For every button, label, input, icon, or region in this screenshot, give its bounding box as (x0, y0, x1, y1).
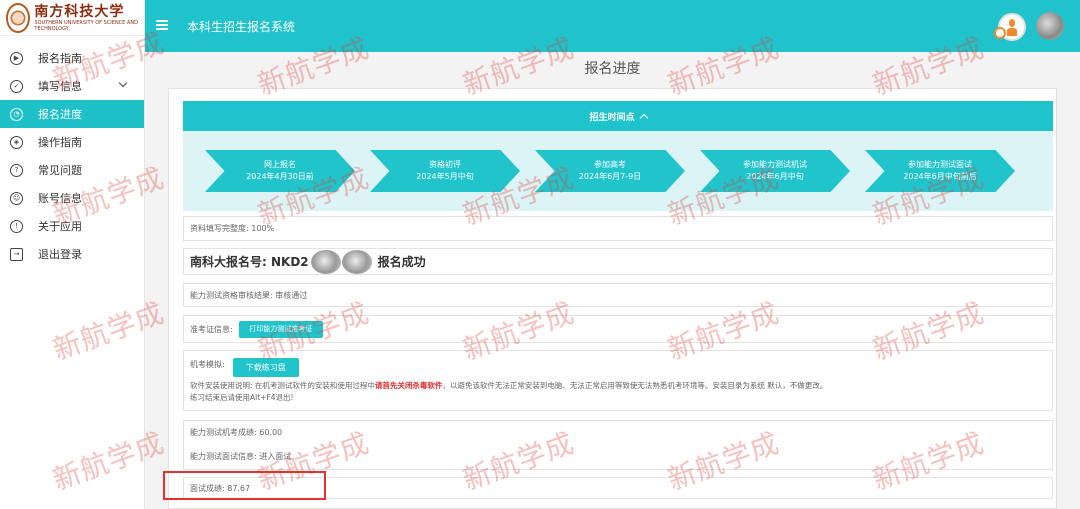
sidebar-item-about[interactable]: ! 关于应用 (0, 212, 144, 240)
install-note: 软件安装使用说明: 在机考测试软件的安装和使用过程中请首先关闭杀毒软件，以避免该… (190, 381, 828, 390)
sidebar-item-fill-info[interactable]: ✓ 填写信息 (0, 72, 144, 100)
sidebar-item-guide[interactable]: ▶ 报名指南 (0, 44, 144, 72)
timeline-step: 参加能力测试面试 2024年6月中旬前后 (865, 150, 1015, 192)
highlight-box (163, 471, 326, 500)
info-circle-icon: ! (10, 219, 23, 233)
question-circle-icon: ? (10, 163, 23, 177)
sidebar-item-progress[interactable]: ◔ 报名进度 (0, 100, 144, 128)
mock-exam-label: 机考模拟: (190, 359, 225, 369)
registration-number-label: 南科大报名号: NKD2 (190, 254, 309, 269)
step-name: 参加高考 (594, 160, 626, 169)
sidebar-item-label: 报名指南 (38, 52, 82, 65)
audit-result-row: 能力测试资格审核结果: 审核通过 (183, 283, 1053, 307)
sidebar: 南方科技大学 SOUTHERN UNIVERSITY OF SCIENCE AN… (0, 0, 145, 509)
sidebar-item-label: 账号信息 (38, 192, 82, 205)
sidebar-nav: ▶ 报名指南 ✓ 填写信息 ◔ 报名进度 ◈ 操作指南 ? 常见问题 ☺ 账号信… (0, 44, 144, 268)
step-date: 2024年4月30日前 (246, 172, 314, 181)
check-circle-icon: ✓ (10, 79, 23, 93)
sidebar-item-label: 关于应用 (38, 220, 82, 233)
page-title: 报名进度 (584, 61, 641, 77)
interview-info: 能力测试面试信息: 进入面试 (190, 452, 292, 461)
sidebar-item-label: 操作指南 (38, 136, 82, 149)
logout-icon: → (10, 247, 23, 261)
completeness-row: 资料填写完整度: 100% (183, 216, 1053, 241)
step-date: 2024年6月中旬前后 (903, 172, 977, 181)
logo-name-en: SOUTHERN UNIVERSITY OF SCIENCE AND TECHN… (34, 19, 138, 32)
score-row: 能力测试机考成绩: 60.00 能力测试面试信息: 进入面试 (183, 420, 1053, 470)
mock-exam-row: 机考模拟: 下载练习盘 软件安装使用说明: 在机考测试软件的安装和使用过程中请首… (183, 350, 1053, 411)
sidebar-item-label: 填写信息 (38, 80, 82, 93)
step-name: 资格初评 (429, 160, 461, 169)
user-circle-icon: ☺ (10, 191, 23, 205)
timeline-step: 资格初评 2024年5月中旬 (370, 150, 520, 192)
exit-note: 练习结束后请使用Alt+F4退出! (190, 393, 294, 402)
admit-card-row: 准考证信息: 打印能力测试准考证 (183, 315, 1053, 343)
sidebar-item-faq[interactable]: ? 常见问题 (0, 156, 144, 184)
sidebar-item-account[interactable]: ☺ 账号信息 (0, 184, 144, 212)
timeline-step: 网上报名 2024年4月30日前 (205, 150, 355, 192)
download-practice-button[interactable]: 下载练习盘 (232, 357, 299, 377)
registration-row: 南科大报名号: NKD2 报名成功 (183, 248, 1053, 275)
admit-card-label: 准考证信息: (190, 324, 233, 334)
profile-avatar[interactable] (1036, 12, 1064, 40)
play-circle-icon: ▶ (10, 51, 23, 65)
sidebar-item-operation-guide[interactable]: ◈ 操作指南 (0, 128, 144, 156)
logo-name-cn: 南方科技大学 (34, 3, 125, 20)
university-seal-icon (6, 2, 31, 33)
timeline-step: 参加能力测试机试 2024年6月中旬 (700, 150, 850, 192)
step-date: 2024年5月中旬 (416, 172, 474, 181)
timeline-header[interactable]: 招生时间点 (183, 101, 1053, 131)
compass-icon: ◈ (10, 135, 23, 149)
timeline-step: 参加高考 2024年6月7-9日 (535, 150, 685, 192)
chevron-down-icon (118, 78, 128, 88)
menu-toggle-icon[interactable] (156, 20, 168, 30)
print-admit-card-button[interactable]: 打印能力测试准考证 (238, 320, 323, 338)
registration-status: 报名成功 (377, 254, 426, 269)
chevron-up-icon (639, 113, 648, 122)
timeline-heading: 招生时间点 (589, 112, 635, 123)
machine-test-score: 能力测试机考成绩: 60.00 (190, 428, 283, 437)
top-bar: 本科生招生报名系统 (145, 0, 1080, 52)
step-date: 2024年6月7-9日 (578, 172, 642, 181)
antivirus-warning: 请首先关闭杀毒软件 (374, 381, 443, 390)
redacted-blur (341, 249, 372, 274)
sidebar-item-label: 报名进度 (38, 108, 82, 121)
step-name: 网上报名 (264, 160, 296, 169)
sidebar-item-label: 退出登录 (38, 248, 82, 261)
university-logo: 南方科技大学 SOUTHERN UNIVERSITY OF SCIENCE AN… (0, 0, 144, 36)
sidebar-item-logout[interactable]: → 退出登录 (0, 240, 144, 268)
system-title: 本科生招生报名系统 (187, 20, 296, 34)
step-name: 参加能力测试机试 (743, 160, 807, 169)
step-date: 2024年6月中旬 (746, 172, 804, 181)
sidebar-item-label: 常见问题 (38, 164, 82, 177)
gauge-icon: ◔ (10, 107, 23, 121)
status-dot-icon (994, 27, 1006, 39)
redacted-blur (310, 249, 341, 274)
step-name: 参加能力测试面试 (908, 160, 972, 169)
